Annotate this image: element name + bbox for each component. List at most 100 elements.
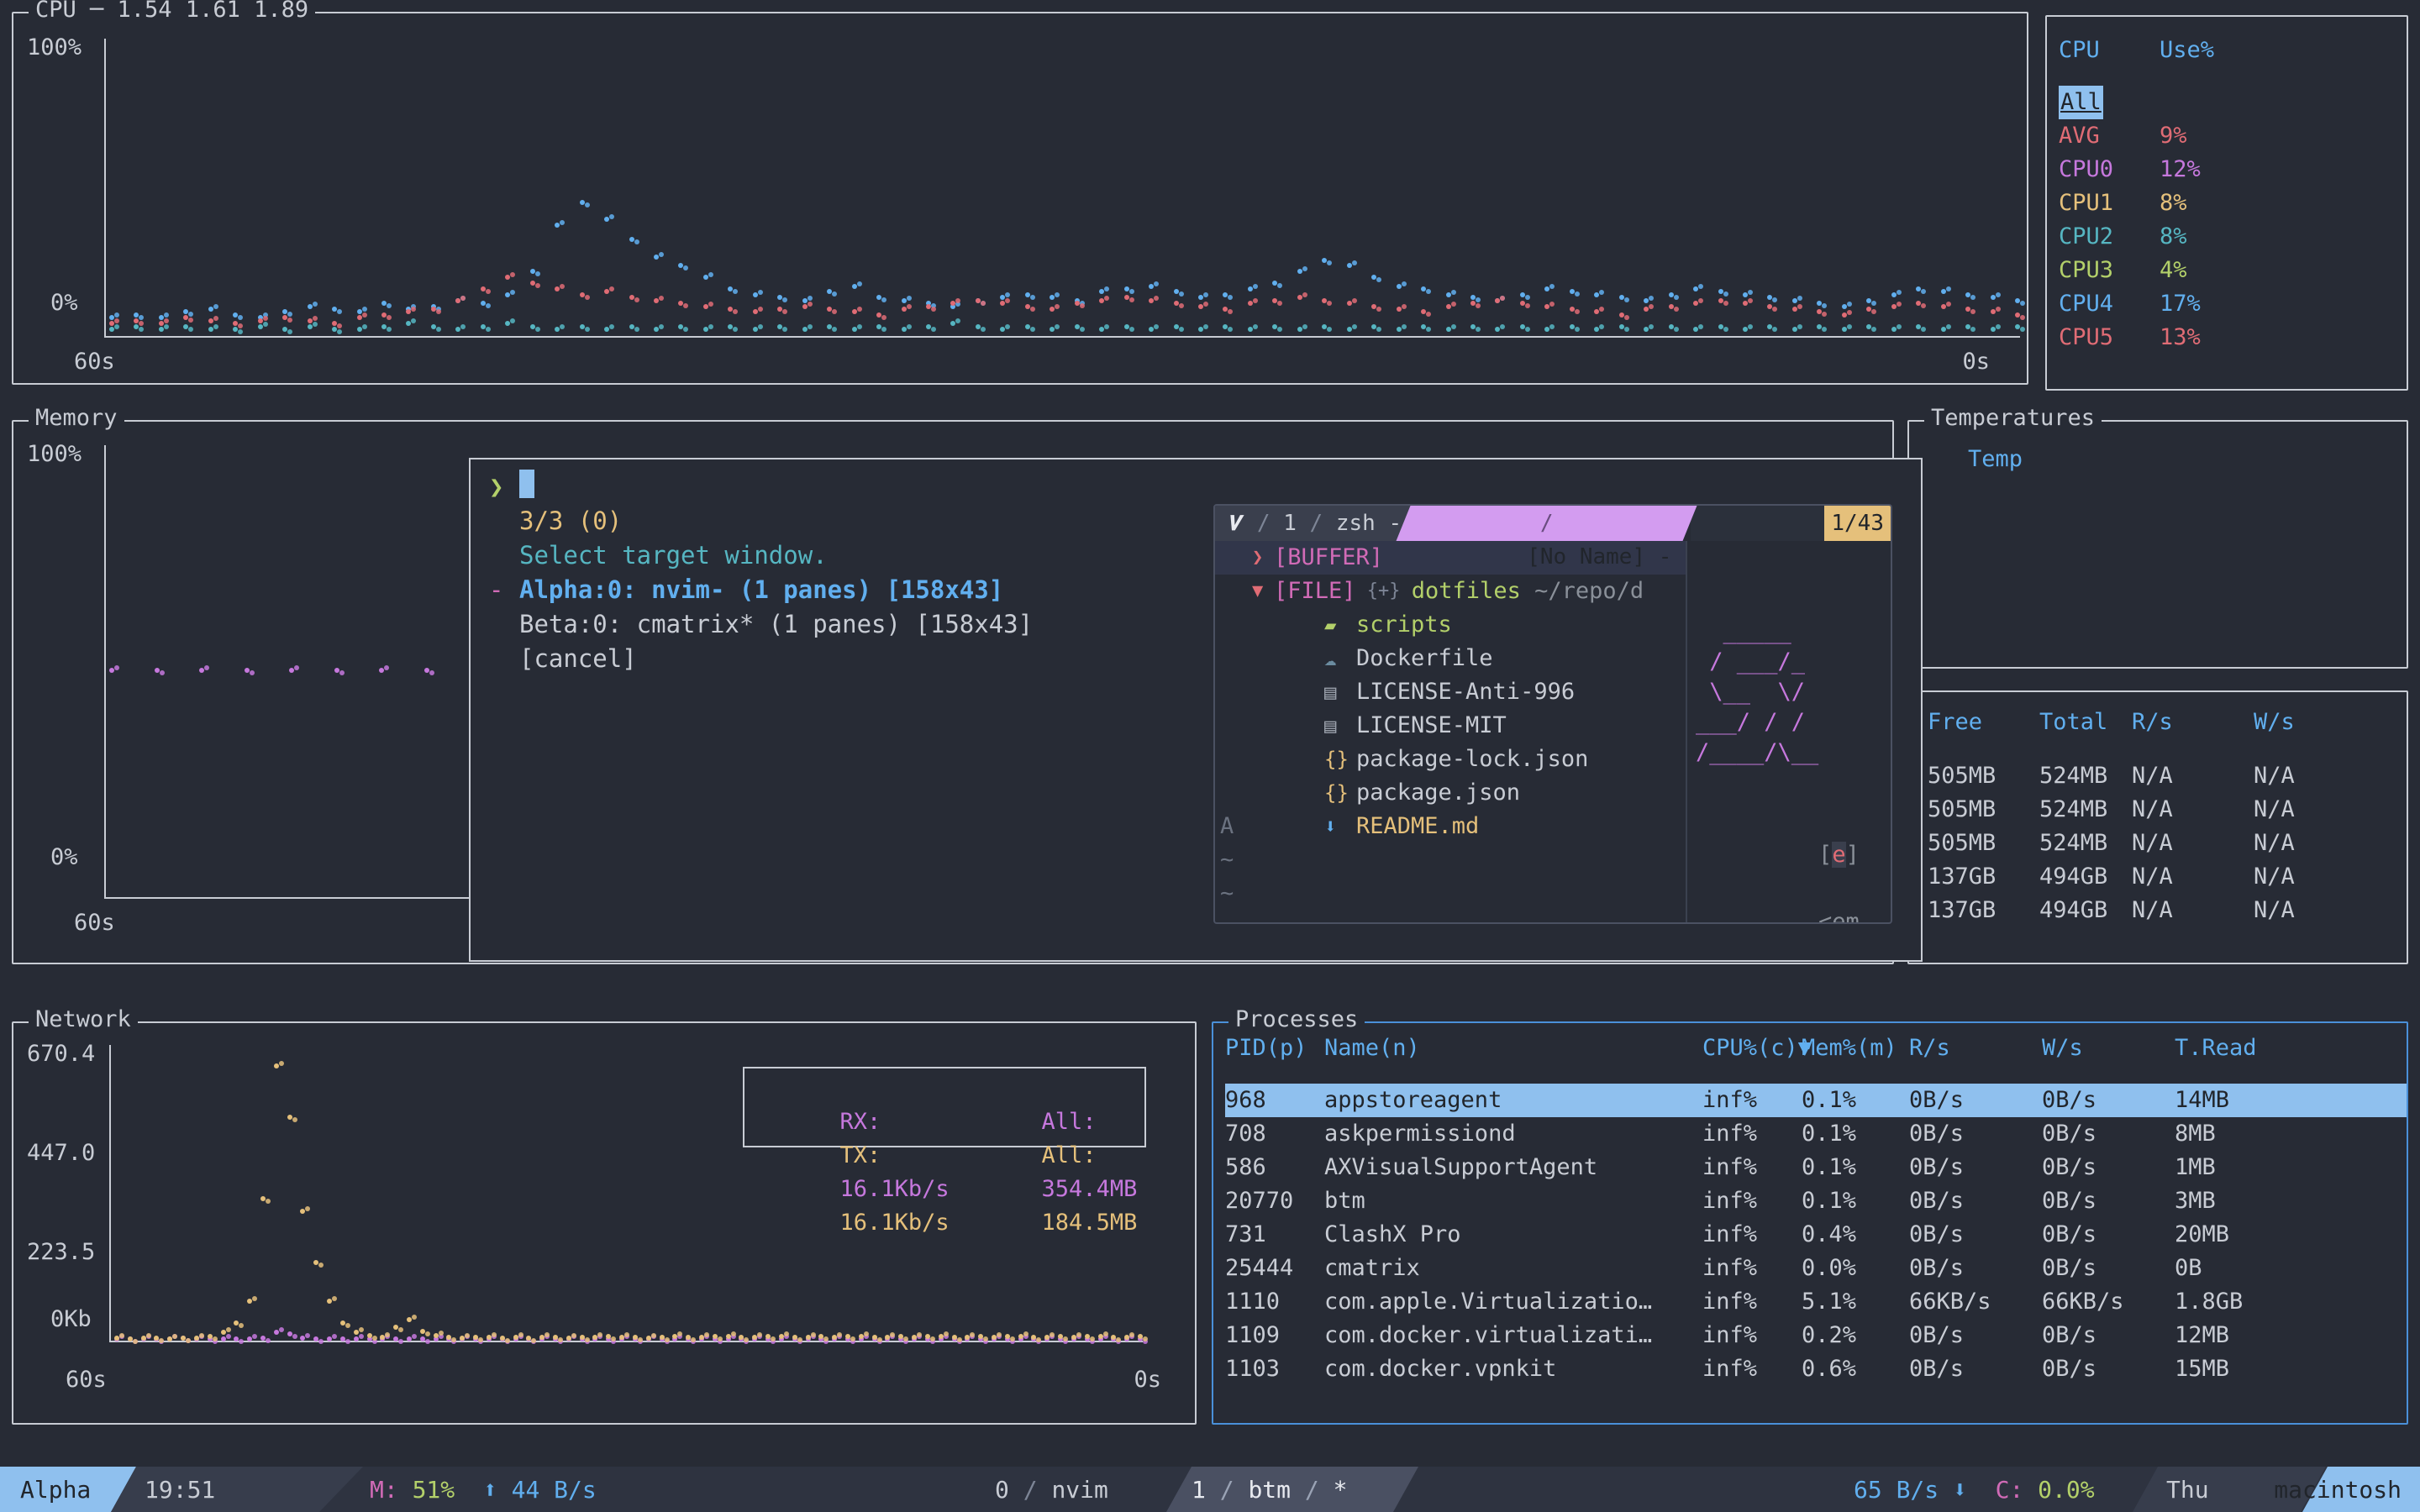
- nvim-tree-gutter: [1215, 776, 1252, 810]
- cpu-legend-panel[interactable]: CPU Use% AllAVG9%CPU012%CPU18%CPU28%CPU3…: [2045, 15, 2408, 391]
- graph-data-point: [535, 271, 540, 276]
- nvim-tree-row[interactable]: {}package-lock.json: [1215, 743, 1686, 776]
- processes-panel-title: Processes: [1228, 1007, 1365, 1032]
- nvim-tree-row[interactable]: ▰scripts: [1215, 608, 1686, 642]
- cpu-legend-row-selected[interactable]: All: [2059, 86, 2260, 119]
- cpu-legend-row[interactable]: CPU34%: [2059, 254, 2260, 287]
- cpu-legend-row[interactable]: CPU012%: [2059, 153, 2260, 186]
- cpu-panel[interactable]: CPU ─ 1.54 1.61 1.89 100% 0% 60s 0s: [12, 12, 2028, 385]
- graph-data-point: [436, 309, 441, 314]
- graph-data-point: [424, 668, 429, 673]
- processes-header-name[interactable]: Name(n): [1324, 1032, 1702, 1065]
- processes-panel[interactable]: Processes PID(p) Name(n) CPU%(c)▼ Mem%(m…: [1212, 1021, 2408, 1425]
- graph-data-point: [1476, 327, 1481, 332]
- nvim-tree-row[interactable]: ▤LICENSE-MIT: [1215, 709, 1686, 743]
- cpu-legend-row[interactable]: CPU28%: [2059, 220, 2260, 254]
- process-total-read: 0B: [2175, 1252, 2309, 1285]
- cpu-legend-row[interactable]: CPU417%: [2059, 287, 2260, 321]
- graph-data-point: [1174, 289, 1179, 294]
- tmux-item-label: Beta:0: cmatrix* (1 panes) [158x43]: [519, 607, 1033, 642]
- temperatures-panel[interactable]: Temperatures Temp: [1907, 420, 2408, 669]
- tree-spacer[interactable]: [1252, 877, 1274, 911]
- graph-data-point: [1575, 327, 1580, 332]
- table-row[interactable]: 1109com.docker.virtualizati…inf%0.2%0B/s…: [1225, 1319, 2407, 1352]
- graph-data-point: [1352, 324, 1357, 329]
- graph-data-point: [425, 1331, 430, 1336]
- processes-header-row[interactable]: PID(p) Name(n) CPU%(c)▼ Mem%(m) R/s W/s …: [1225, 1032, 2407, 1065]
- graph-data-point: [1669, 324, 1674, 329]
- status-session-name[interactable]: Alpha: [0, 1467, 111, 1512]
- tree-spacer[interactable]: [1252, 810, 1274, 843]
- table-row[interactable]: 20770btminf%0.1%0B/s0B/s3MB: [1225, 1184, 2407, 1218]
- tree-spacer[interactable]: [1252, 608, 1274, 642]
- disk-row[interactable]: 137GB494GBN/AN/A: [1928, 894, 2354, 927]
- nvim-tree-label: LICENSE-Anti-996: [1356, 675, 1575, 709]
- disk-panel[interactable]: Free Total R/s W/s 505MB524MBN/AN/A505MB…: [1907, 690, 2408, 964]
- process-name: com.docker.virtualizati…: [1324, 1319, 1702, 1352]
- status-window-1[interactable]: 1 / btm / *: [1192, 1467, 1347, 1512]
- process-name: btm: [1324, 1184, 1702, 1218]
- graph-data-point: [263, 316, 268, 321]
- nvim-tabline[interactable]: 𝐕 / 1 / zsh - 2 / [No Name] - 1/43: [1215, 506, 1891, 541]
- processes-header-cpu[interactable]: CPU%(c)▼: [1702, 1032, 1802, 1065]
- tmux-status-bar[interactable]: Alpha 19:51 M: 51% ⬆ 44 B/s 0 / nvim 1 /…: [0, 1467, 2420, 1512]
- network-panel[interactable]: Network 670.4 447.0 223.5 0Kb 60s 0s RX:…: [12, 1021, 1197, 1425]
- table-row[interactable]: 708askpermissiondinf%0.1%0B/s0B/s8MB: [1225, 1117, 2407, 1151]
- nvim-tree-row[interactable]: ▤LICENSE-Anti-996: [1215, 675, 1686, 709]
- disk-row[interactable]: 505MB524MBN/AN/A: [1928, 793, 2354, 827]
- processes-header-write[interactable]: W/s: [2042, 1032, 2175, 1065]
- disk-row[interactable]: 137GB494GBN/AN/A: [1928, 860, 2354, 894]
- nvim-tree-row[interactable]: ~: [1215, 843, 1686, 877]
- graph-data-point: [141, 1336, 146, 1341]
- process-mem: 0.0%: [1802, 1252, 1909, 1285]
- process-write: 0B/s: [2042, 1151, 2175, 1184]
- processes-header-mem[interactable]: Mem%(m): [1802, 1032, 1909, 1065]
- tree-spacer[interactable]: [1252, 776, 1274, 810]
- tmux-text-cursor[interactable]: [519, 470, 534, 498]
- table-row[interactable]: 586AXVisualSupportAgentinf%0.1%0B/s0B/s1…: [1225, 1151, 2407, 1184]
- cpu-legend-row[interactable]: AVG9%: [2059, 119, 2260, 153]
- graph-data-point: [133, 1339, 138, 1344]
- disk-row[interactable]: 505MB524MBN/AN/A: [1928, 759, 2354, 793]
- process-write: 0B/s: [2042, 1084, 2175, 1117]
- process-write: 0B/s: [2042, 1252, 2175, 1285]
- process-read: 0B/s: [1909, 1084, 2042, 1117]
- table-row[interactable]: 1103com.docker.vpnkitinf%0.6%0B/s0B/s15M…: [1225, 1352, 2407, 1386]
- tree-spacer[interactable]: [1252, 843, 1274, 877]
- nvim-tree-row[interactable]: ☁Dockerfile: [1215, 642, 1686, 675]
- graph-data-point: [505, 1338, 510, 1343]
- table-row[interactable]: 25444cmatrixinf%0.0%0B/s0B/s0B: [1225, 1252, 2407, 1285]
- tree-spacer[interactable]: [1252, 709, 1274, 743]
- graph-data-point: [354, 1336, 359, 1341]
- processes-header-pid[interactable]: PID(p): [1225, 1032, 1324, 1065]
- nvim-tab-1[interactable]: / 1 / zsh -: [1249, 506, 1410, 541]
- chevron-down-icon[interactable]: ▼: [1252, 575, 1274, 608]
- table-row[interactable]: 731ClashX Proinf%0.4%0B/s0B/s20MB: [1225, 1218, 2407, 1252]
- graph-data-point: [1723, 301, 1728, 306]
- status-window-0[interactable]: 0 / nvim: [995, 1467, 1108, 1512]
- table-row[interactable]: 1110com.apple.Virtualizatio…inf%5.1%66KB…: [1225, 1285, 2407, 1319]
- graph-data-point: [372, 1336, 377, 1341]
- graph-data-point: [357, 315, 362, 320]
- tree-spacer[interactable]: [1252, 642, 1274, 675]
- nvim-footer-hint[interactable]: [e] <em: [1709, 805, 1860, 924]
- graph-data-point: [250, 670, 255, 675]
- disk-row[interactable]: 505MB524MBN/AN/A: [1928, 827, 2354, 860]
- nvim-tree-row[interactable]: A ⬇README.md: [1215, 810, 1686, 843]
- tree-spacer[interactable]: [1252, 675, 1274, 709]
- graph-data-point: [1129, 327, 1134, 332]
- nvim-popup-window[interactable]: 𝐕 / 1 / zsh - 2 / [No Name] - 1/43 ❯[BUF…: [1213, 504, 1892, 924]
- processes-header-read[interactable]: R/s: [1909, 1032, 2042, 1065]
- graph-data-point: [345, 1339, 350, 1344]
- cpu-legend-row[interactable]: CPU18%: [2059, 186, 2260, 220]
- nvim-tab-2[interactable]: 2 / [No Name] -: [1397, 506, 1697, 541]
- chevron-right-icon[interactable]: ❯: [1252, 541, 1274, 575]
- graph-data-point: [881, 297, 886, 302]
- nvim-tree-row[interactable]: {}package.json: [1215, 776, 1686, 810]
- cpu-legend-row[interactable]: CPU513%: [2059, 321, 2260, 354]
- graph-data-point: [221, 1336, 226, 1341]
- table-row-selected[interactable]: 968appstoreagentinf%0.1%0B/s0B/s14MB: [1225, 1084, 2407, 1117]
- nvim-tree-row[interactable]: ~: [1215, 877, 1686, 911]
- tree-spacer[interactable]: [1252, 743, 1274, 776]
- processes-header-tread[interactable]: T.Read: [2175, 1032, 2309, 1065]
